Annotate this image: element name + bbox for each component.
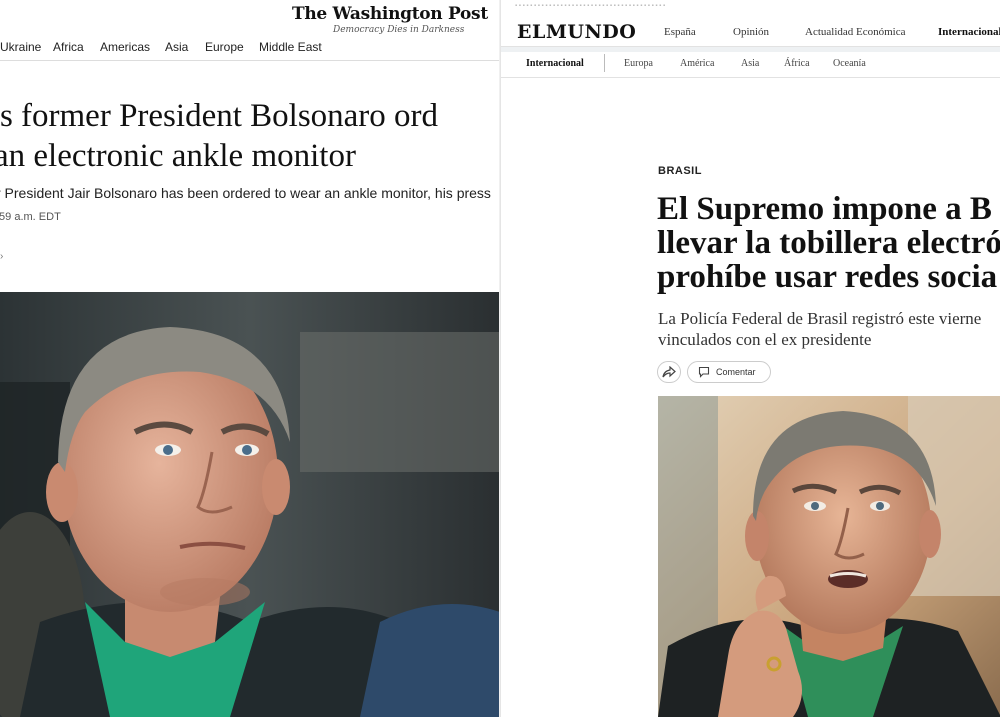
wapo-headline-line-1: 's former President Bolsonaro ord [0, 98, 439, 134]
main-nav-opinion[interactable]: Opinión [733, 26, 769, 38]
el-mundo-panel: ▪ ▪ ▪ ▪ ▪ ▪ ▪ ▪ ▪ ▪ ▪ ▪ ▪ ▪ ▪ ▪ ▪ ▪ ▪ ▪ … [500, 0, 1000, 717]
el-mundo-headline-line-2: llevar la tobillera electró [657, 225, 1000, 261]
share-arrow-icon [662, 366, 676, 378]
nav-item-americas[interactable]: Americas [100, 40, 150, 54]
comment-button-label: Comentar [716, 367, 756, 377]
wapo-timestamp: :59 a.m. EDT [0, 211, 61, 223]
wapo-headline[interactable]: 's former President Bolsonaro ord an ele… [0, 96, 500, 176]
el-mundo-logo[interactable]: ELMUNDO [517, 21, 636, 43]
el-mundo-headline[interactable]: El Supremo impone a B llevar la tobiller… [657, 192, 1000, 294]
sub-nav-africa[interactable]: África [784, 58, 810, 69]
speech-bubble-icon [698, 366, 710, 378]
el-mundo-dek-line-1: La Policía Federal de Brasil registró es… [658, 309, 982, 328]
nav-divider [0, 60, 500, 61]
wapo-article-photo [0, 292, 500, 717]
share-button[interactable] [657, 361, 681, 383]
sub-nav-asia[interactable]: Asia [741, 58, 759, 69]
wapo-tagline: Democracy Dies in Darkness [333, 25, 465, 35]
comment-button[interactable]: Comentar [687, 361, 771, 383]
bolsonaro-portrait-left [0, 292, 500, 717]
wapo-dek: r President Jair Bolsonaro has been orde… [0, 185, 491, 201]
bolsonaro-portrait-right [658, 396, 1000, 717]
el-mundo-article-photo [658, 396, 1000, 717]
el-mundo-dek: La Policía Federal de Brasil registró es… [658, 308, 981, 350]
main-nav-actualidad-economica[interactable]: Actualidad Económica [805, 26, 906, 38]
el-mundo-headline-line-1: El Supremo impone a B [657, 191, 992, 227]
nav-item-africa[interactable]: Africa [53, 40, 84, 54]
sub-nav-oceania[interactable]: Oceanía [833, 58, 866, 69]
main-nav-espana[interactable]: España [664, 26, 696, 38]
main-nav-internacional[interactable]: Internacional [938, 26, 1000, 38]
sub-nav-america[interactable]: América [680, 58, 714, 69]
nav-item-europe[interactable]: Europe [205, 40, 244, 54]
washington-post-panel: The Washington Post Democracy Dies in Da… [0, 0, 500, 717]
el-mundo-utility-bar: ▪ ▪ ▪ ▪ ▪ ▪ ▪ ▪ ▪ ▪ ▪ ▪ ▪ ▪ ▪ ▪ ▪ ▪ ▪ ▪ … [515, 3, 666, 9]
wapo-bullet: › [0, 251, 4, 262]
sub-nav-europa[interactable]: Europa [624, 58, 653, 69]
nav-item-asia[interactable]: Asia [165, 40, 188, 54]
article-kicker[interactable]: BRASIL [658, 165, 702, 177]
el-mundo-headline-line-3: prohíbe usar redes socia [657, 259, 998, 295]
nav-item-ukraine[interactable]: Ukraine [0, 40, 41, 54]
wapo-headline-line-2: an electronic ankle monitor [0, 138, 356, 174]
subnav-divider [604, 54, 605, 72]
nav-item-middle-east[interactable]: Middle East [259, 40, 322, 54]
sub-nav-internacional[interactable]: Internacional [526, 58, 584, 69]
el-mundo-dek-line-2: vinculados con el ex presidente [658, 330, 872, 349]
wapo-masthead-logo[interactable]: The Washington Post [292, 4, 488, 24]
